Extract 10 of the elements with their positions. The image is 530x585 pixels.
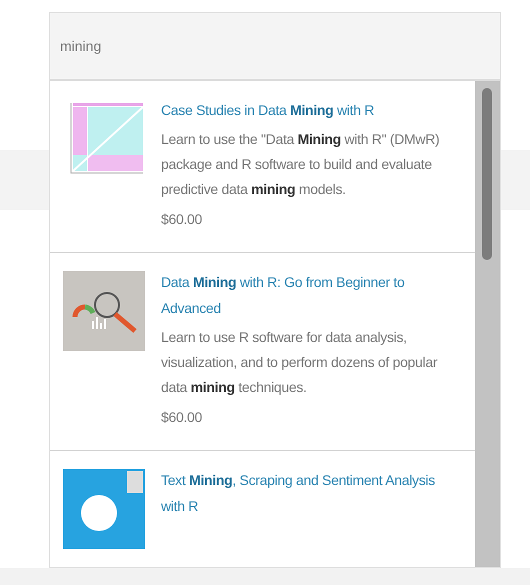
course-description: Learn to use the "Data Mining with R" (DMwR) package and R software to build and evaluate predictive data mining models.	[161, 130, 440, 199]
scrollbar[interactable]	[475, 81, 500, 567]
course-title-link[interactable]: Text Mining, Scraping and Sentiment Analysis with R	[161, 467, 461, 519]
course-title-link[interactable]: Case Studies in Data Mining with R	[161, 97, 461, 123]
course-price: $60.00	[161, 408, 204, 427]
course-title-link[interactable]: Data Mining with R: Go from Beginner to Advanced	[161, 269, 461, 321]
search-field[interactable]: mining	[50, 13, 500, 81]
scrollbar-thumb[interactable]	[482, 88, 492, 260]
course-description: Learn to use R software for data analysis, visualization, and to perform dozens of popular data mining techniques.	[161, 328, 438, 397]
course-price: $60.00	[161, 210, 204, 229]
